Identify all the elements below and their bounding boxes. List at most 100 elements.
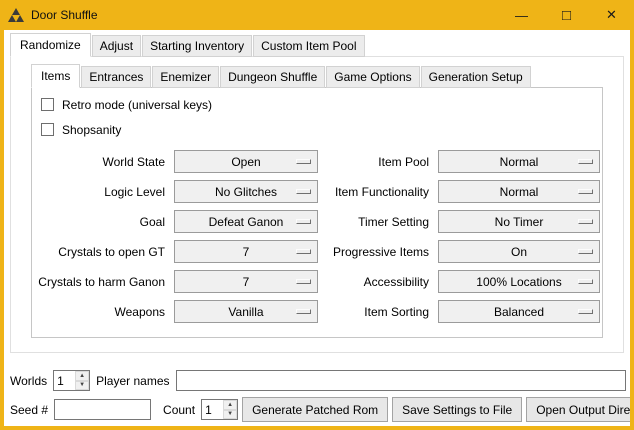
window-title: Door Shuffle [31,8,98,22]
tab-enemizer[interactable]: Enemizer [152,66,219,88]
dropdown-indicator-icon [578,189,593,194]
progressive-items-value: On [511,245,527,259]
count-spin-arrows: ▲ ▼ [223,400,237,419]
item-functionality-value: Normal [500,185,539,199]
options-grid: World State Open Item Pool Normal Logic … [36,150,598,323]
accessibility-value: 100% Locations [476,275,561,289]
tab-generation-setup[interactable]: Generation Setup [421,66,531,88]
retro-mode-checkbox[interactable] [41,98,54,111]
crystals-ganon-label: Crystals to harm Ganon [36,275,168,289]
crystals-ganon-value: 7 [243,275,250,289]
secondary-tab-bar: Items Entrances Enemizer Dungeon Shuffle… [31,61,603,87]
items-panel: Retro mode (universal keys) Shopsanity W… [31,87,603,338]
crystals-gt-label: Crystals to open GT [36,245,168,259]
flex-spacer [4,353,630,366]
spin-down-icon[interactable]: ▼ [223,410,237,420]
dropdown-indicator-icon [578,219,593,224]
dropdown-indicator-icon [296,219,311,224]
dropdown-indicator-icon [296,249,311,254]
bottom-bar: Worlds ▲ ▼ Player names Seed # Count [4,366,630,426]
goal-dropdown[interactable]: Defeat Ganon [174,210,318,233]
shopsanity-row: Shopsanity [36,117,598,142]
item-functionality-dropdown[interactable]: Normal [438,180,600,203]
tab-starting-inventory[interactable]: Starting Inventory [142,35,252,57]
tab-custom-item-pool[interactable]: Custom Item Pool [253,35,364,57]
progressive-items-label: Progressive Items [324,245,432,259]
timer-setting-dropdown[interactable]: No Timer [438,210,600,233]
tab-adjust[interactable]: Adjust [92,35,141,57]
save-settings-button[interactable]: Save Settings to File [392,397,522,422]
dropdown-indicator-icon [296,309,311,314]
secondary-notebook: Items Entrances Enemizer Dungeon Shuffle… [31,61,603,338]
progressive-items-dropdown[interactable]: On [438,240,600,263]
app-icon [8,7,24,23]
world-state-value: Open [231,155,260,169]
shopsanity-label: Shopsanity [62,123,121,137]
count-input[interactable] [202,400,223,419]
spin-up-icon[interactable]: ▲ [223,400,237,410]
world-state-dropdown[interactable]: Open [174,150,318,173]
open-output-directory-button[interactable]: Open Output Directory [526,397,630,422]
randomize-panel: Items Entrances Enemizer Dungeon Shuffle… [10,56,624,353]
titlebar: Door Shuffle — □ ✕ [0,0,634,30]
weapons-dropdown[interactable]: Vanilla [174,300,318,323]
item-functionality-label: Item Functionality [324,185,432,199]
item-sorting-label: Item Sorting [324,305,432,319]
crystals-ganon-dropdown[interactable]: 7 [174,270,318,293]
maximize-button[interactable]: □ [544,0,589,30]
item-sorting-value: Balanced [494,305,544,319]
minimize-button[interactable]: — [499,0,544,30]
crystals-gt-value: 7 [243,245,250,259]
shopsanity-checkbox[interactable] [41,123,54,136]
seed-label: Seed # [8,403,50,417]
item-pool-value: Normal [500,155,539,169]
goal-value: Defeat Ganon [209,215,284,229]
tab-dungeon-shuffle[interactable]: Dungeon Shuffle [220,66,325,88]
worlds-label: Worlds [8,374,49,388]
generate-patched-rom-button[interactable]: Generate Patched Rom [242,397,388,422]
window-controls: — □ ✕ [499,0,634,30]
dropdown-indicator-icon [578,309,593,314]
weapons-value: Vanilla [228,305,263,319]
spin-down-icon[interactable]: ▼ [75,381,89,391]
timer-setting-label: Timer Setting [324,215,432,229]
logic-level-value: No Glitches [215,185,277,199]
count-spinner: ▲ ▼ [201,399,238,420]
accessibility-dropdown[interactable]: 100% Locations [438,270,600,293]
close-button[interactable]: ✕ [589,0,634,30]
item-sorting-dropdown[interactable]: Balanced [438,300,600,323]
app-window: Door Shuffle — □ ✕ Randomize Adjust Star… [0,0,634,430]
worlds-input[interactable] [54,371,75,390]
player-names-label: Player names [94,374,171,388]
accessibility-label: Accessibility [324,275,432,289]
worlds-spinner: ▲ ▼ [53,370,90,391]
dropdown-indicator-icon [296,189,311,194]
goal-label: Goal [36,215,168,229]
spin-up-icon[interactable]: ▲ [75,371,89,381]
seed-row: Seed # Count ▲ ▼ Generate Patched Rom Sa… [8,397,626,422]
player-names-input[interactable] [176,370,627,391]
logic-level-label: Logic Level [36,185,168,199]
retro-mode-row: Retro mode (universal keys) [36,92,598,117]
tab-entrances[interactable]: Entrances [81,66,151,88]
dropdown-indicator-icon [578,279,593,284]
seed-input[interactable] [54,399,151,420]
dropdown-indicator-icon [578,159,593,164]
retro-mode-label: Retro mode (universal keys) [62,98,212,112]
count-label: Count [161,403,197,417]
crystals-gt-dropdown[interactable]: 7 [174,240,318,263]
world-state-label: World State [36,155,168,169]
tab-game-options[interactable]: Game Options [326,66,419,88]
worlds-spin-arrows: ▲ ▼ [75,371,89,390]
timer-setting-value: No Timer [495,215,544,229]
tab-items[interactable]: Items [31,64,80,88]
worlds-row: Worlds ▲ ▼ Player names [8,368,626,393]
tab-randomize[interactable]: Randomize [10,33,91,57]
weapons-label: Weapons [36,305,168,319]
client-area: Randomize Adjust Starting Inventory Cust… [4,30,630,426]
logic-level-dropdown[interactable]: No Glitches [174,180,318,203]
primary-tab-bar: Randomize Adjust Starting Inventory Cust… [4,30,630,56]
item-pool-dropdown[interactable]: Normal [438,150,600,173]
dropdown-indicator-icon [296,159,311,164]
item-pool-label: Item Pool [324,155,432,169]
